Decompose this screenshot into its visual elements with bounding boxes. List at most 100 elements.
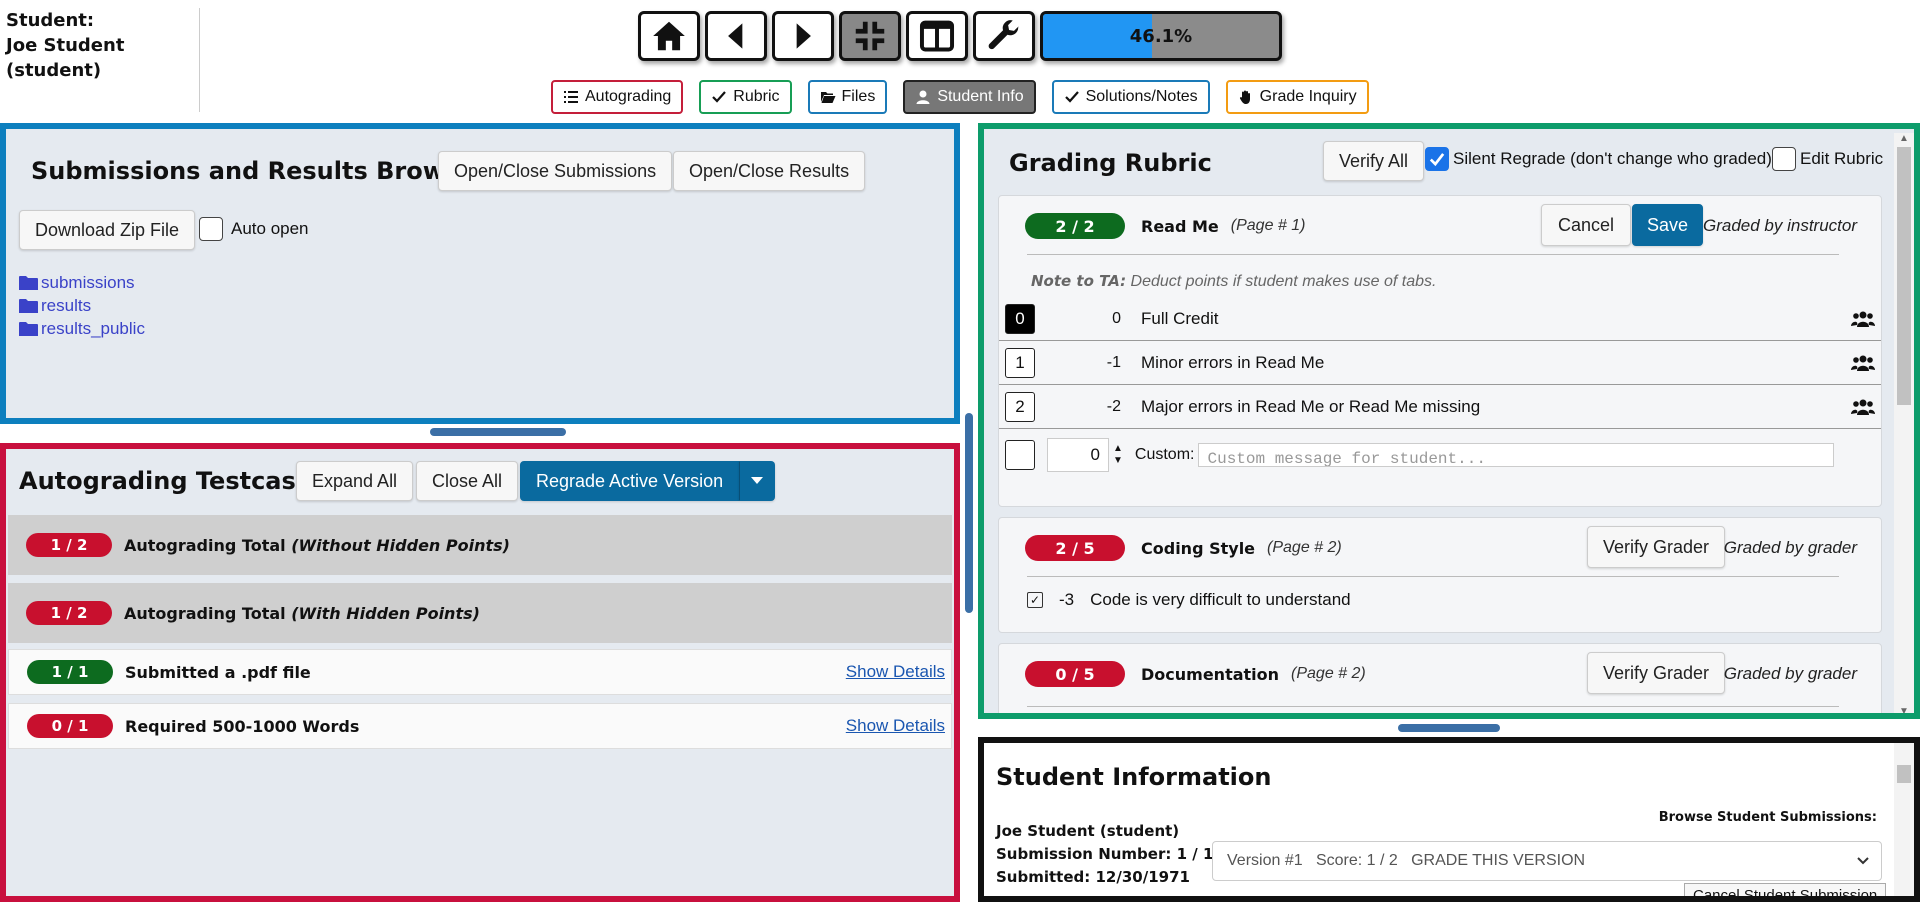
- tab-student-info[interactable]: Student Info: [903, 80, 1036, 114]
- tab-files-label: Files: [841, 88, 876, 105]
- student-information-panel: Student Information Browse Student Submi…: [978, 737, 1920, 902]
- testcase-row[interactable]: 1 / 1 Submitted a .pdf file Show Details: [8, 649, 952, 695]
- testcase-row[interactable]: 0 / 1 Required 500-1000 Words Show Detai…: [8, 703, 952, 749]
- rubric-scrollbar[interactable]: ▲ ▼: [1894, 133, 1914, 713]
- edit-rubric-label: Edit Rubric: [1800, 149, 1884, 168]
- settings-button[interactable]: [973, 11, 1035, 61]
- close-all-button[interactable]: Close All: [416, 461, 519, 501]
- columns-icon: [919, 20, 955, 52]
- mark-points: -3: [1059, 590, 1075, 609]
- verify-grader-button[interactable]: Verify Grader: [1586, 652, 1725, 694]
- custom-message-input[interactable]: Custom message for student...: [1198, 443, 1835, 467]
- cancel-button[interactable]: Cancel: [1540, 204, 1631, 246]
- tab-grade-inquiry-label: Grade Inquiry: [1259, 88, 1357, 105]
- silent-regrade-label: Silent Regrade (don't change who graded): [1453, 149, 1772, 168]
- users-icon[interactable]: [1851, 398, 1875, 416]
- show-details-link[interactable]: Show Details: [846, 662, 945, 682]
- autograding-total-row[interactable]: 1 / 2 Autograding Total (Without Hidden …: [8, 515, 952, 575]
- folder-results[interactable]: results: [19, 294, 145, 317]
- expand-all-button[interactable]: Expand All: [296, 461, 414, 501]
- score-badge: 2 / 2: [1025, 213, 1125, 239]
- custom-mark-checkbox[interactable]: [1005, 440, 1035, 470]
- home-button[interactable]: [638, 11, 700, 61]
- list-icon: [564, 91, 578, 103]
- scrollbar-thumb[interactable]: [1897, 147, 1911, 405]
- rubric-component-read-me: 2 / 2 Read Me (Page # 1) Cancel Save Gra…: [998, 195, 1882, 507]
- regrade-active-version-button[interactable]: Regrade Active Version: [520, 461, 740, 501]
- tab-grade-inquiry[interactable]: Grade Inquiry: [1225, 80, 1369, 114]
- scroll-up-arrow-icon[interactable]: ▲: [1899, 133, 1909, 144]
- edit-rubric-toggle[interactable]: Edit Rubric: [1772, 147, 1883, 171]
- scroll-down-arrow-icon[interactable]: ▼: [1899, 706, 1909, 713]
- submission-number-value: 1 / 1: [1176, 845, 1214, 863]
- custom-label: Custom:: [1134, 446, 1195, 463]
- version-select[interactable]: Version #1 Score: 1 / 2 GRADE THIS VERSI…: [1212, 841, 1882, 881]
- two-panel-layout-button[interactable]: [906, 11, 968, 61]
- vertical-resize-handle[interactable]: [965, 413, 973, 613]
- mark-hotkey[interactable]: 2: [1005, 392, 1035, 422]
- graded-by: Graded by instructor: [1702, 216, 1857, 235]
- users-icon[interactable]: [1851, 310, 1875, 328]
- verify-all-button[interactable]: Verify All: [1323, 141, 1425, 181]
- progress-label: 46.1%: [1129, 25, 1193, 47]
- show-details-link[interactable]: Show Details: [846, 716, 945, 736]
- student-info-scrollbar[interactable]: [1894, 743, 1914, 896]
- open-close-results-button[interactable]: Open/Close Results: [673, 151, 866, 191]
- version-select-value: Version #1 Score: 1 / 2 GRADE THIS VERSI…: [1227, 852, 1586, 869]
- component-name: Read Me: [1141, 216, 1219, 236]
- tab-solutions-notes[interactable]: Solutions/Notes: [1051, 80, 1210, 114]
- submission-number-line: Submission Number: 1 / 1: [996, 843, 1213, 866]
- rubric-mark-row[interactable]: 1 -1 Minor errors in Read Me: [999, 342, 1881, 385]
- folder-results-public[interactable]: results_public: [19, 317, 145, 340]
- tab-files[interactable]: Files: [807, 80, 888, 114]
- folder-submissions[interactable]: submissions: [19, 271, 145, 294]
- row-label: Autograding Total: [124, 603, 286, 623]
- horizontal-resize-handle[interactable]: [1398, 724, 1500, 732]
- horizontal-resize-handle[interactable]: [430, 428, 566, 436]
- tab-student-info-label: Student Info: [937, 88, 1024, 105]
- auto-open-toggle[interactable]: Auto open: [199, 217, 309, 241]
- mark-points: -1: [1106, 354, 1121, 371]
- check-icon: [712, 91, 727, 103]
- component-header[interactable]: 2 / 2 Read Me (Page # 1) Cancel Save Gra…: [999, 196, 1881, 256]
- rubric-mark-row[interactable]: 2 -2 Major errors in Read Me or Read Me …: [999, 386, 1881, 429]
- regrade-dropdown-toggle[interactable]: [739, 461, 776, 501]
- rubric-mark-row[interactable]: 0 0 Full Credit: [999, 298, 1881, 341]
- open-close-submissions-button[interactable]: Open/Close Submissions: [438, 151, 673, 191]
- tab-autograding[interactable]: Autograding: [551, 80, 684, 114]
- mark-hotkey[interactable]: 0: [1005, 304, 1035, 334]
- silent-regrade-checkbox[interactable]: [1425, 147, 1449, 171]
- compress-icon: [855, 21, 885, 51]
- component-header[interactable]: 2 / 5 Coding Style (Page # 2) Verify Gra…: [999, 518, 1881, 578]
- rubric-component-documentation: 0 / 5 Documentation (Page # 2) Verify Gr…: [998, 643, 1882, 713]
- verify-grader-button[interactable]: Verify Grader: [1586, 526, 1725, 568]
- mark-description: Full Credit: [1141, 309, 1219, 328]
- download-zip-button[interactable]: Download Zip File: [19, 210, 196, 250]
- edit-rubric-checkbox[interactable]: [1772, 147, 1796, 171]
- component-header[interactable]: 0 / 5 Documentation (Page # 2) Verify Gr…: [999, 644, 1881, 704]
- autograding-total-row[interactable]: 1 / 2 Autograding Total (With Hidden Poi…: [8, 583, 952, 643]
- grading-rubric-panel: Grading Rubric Verify All Silent Regrade…: [978, 123, 1920, 719]
- previous-student-button[interactable]: [705, 11, 767, 61]
- users-icon[interactable]: [1851, 354, 1875, 372]
- score-badge: 1 / 2: [26, 601, 112, 625]
- save-button[interactable]: Save: [1631, 204, 1703, 246]
- check-icon: [1064, 91, 1079, 103]
- silent-regrade-toggle[interactable]: Silent Regrade (don't change who graded): [1425, 147, 1772, 171]
- mark-description: Minor errors in Read Me: [1141, 353, 1325, 372]
- custom-points-input[interactable]: 0: [1047, 438, 1109, 472]
- next-student-button[interactable]: [772, 11, 834, 61]
- submission-number-label: Submission Number:: [996, 845, 1172, 863]
- mark-hotkey[interactable]: 1: [1005, 348, 1035, 378]
- submissions-browser-title: Submissions and Results Browser: [31, 157, 488, 185]
- compress-button[interactable]: [839, 11, 901, 61]
- tab-rubric[interactable]: Rubric: [699, 80, 792, 114]
- mark-points: 0: [1112, 310, 1121, 327]
- caret-right-icon: [796, 23, 811, 49]
- autograding-title: Autograding Testcases: [19, 467, 327, 495]
- auto-open-checkbox[interactable]: [199, 217, 223, 241]
- scrollbar-thumb[interactable]: [1897, 765, 1911, 783]
- cancel-student-submission-button[interactable]: Cancel Student Submission: [1684, 883, 1887, 896]
- folder-icon: [19, 298, 38, 313]
- custom-points-spinner[interactable]: ▲ ▼: [1113, 443, 1123, 467]
